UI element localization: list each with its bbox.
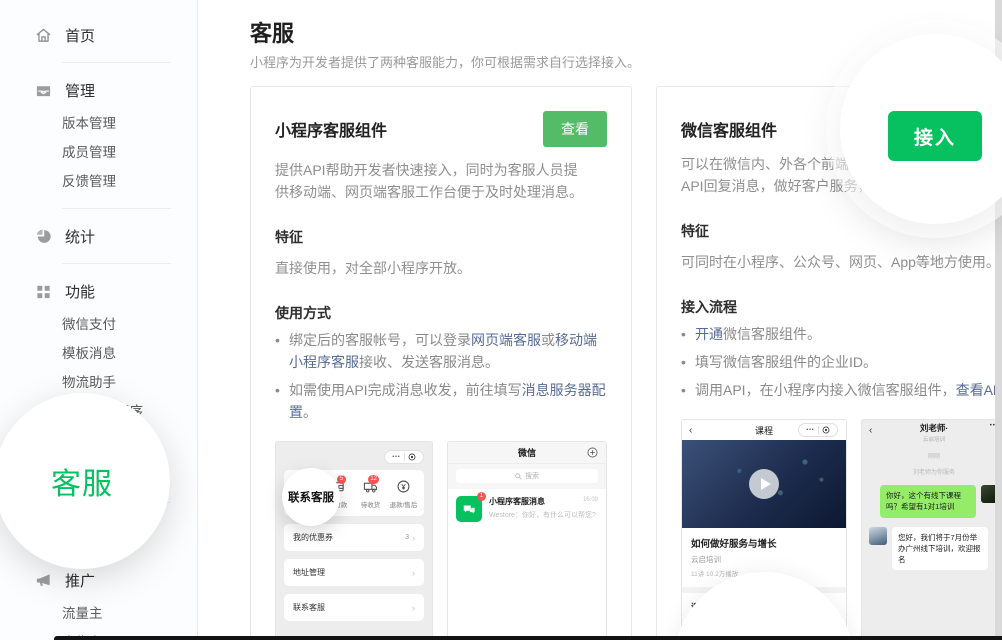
sidebar-item-promote[interactable]: 推广 — [0, 567, 197, 593]
page-title: 客服 — [250, 16, 294, 48]
view-button[interactable]: 查看 — [543, 111, 607, 147]
miniprogram-capsule[interactable]: ••• — [798, 423, 838, 437]
badge: 12 — [368, 475, 379, 484]
chat-bubbles-icon — [462, 502, 476, 516]
stats-pie-icon — [35, 228, 52, 245]
chat-notice: 刘老师为你服务 — [862, 467, 1002, 476]
miniprogram-capsule[interactable]: ••• — [384, 450, 424, 464]
web-service-link[interactable]: 网页端客服 — [471, 332, 541, 348]
to-receive-entry[interactable]: 12 待收货 — [354, 479, 387, 509]
sidebar-item-wechat-pay[interactable]: 微信支付 — [0, 308, 197, 337]
video-provider: 云启培训 — [691, 554, 837, 565]
sidebar-item-label: 推广 — [65, 570, 95, 591]
screenshot-service-chat: ‹ 刘老师· 云启培训 ••• 刚刚 刘老师为你服务 你好，这个有线下课程吗？希… — [861, 419, 1002, 640]
flow-bullet: • 开通微信客服组件。 — [681, 323, 1002, 345]
sidebar-item-version-manage[interactable]: 版本管理 — [0, 107, 197, 136]
contact-service-row[interactable]: 联系客服 › — [284, 594, 424, 621]
flow-bullet: • 填写微信客服组件的企业ID。 — [681, 351, 1002, 373]
add-icon[interactable] — [587, 447, 598, 458]
chat-contact-org: 云启培训 — [923, 435, 945, 443]
play-icon[interactable] — [749, 469, 779, 499]
refund-entry[interactable]: 退款/售后 — [387, 479, 420, 509]
back-icon[interactable]: ‹ — [689, 425, 692, 436]
promote-megaphone-icon — [35, 572, 52, 589]
page-subtitle: 小程序为开发者提供了两种客服能力，你可根据需求自行选择接入。 — [250, 52, 640, 71]
back-icon[interactable]: ‹ — [869, 425, 872, 436]
feature-heading: 特征 — [275, 227, 607, 247]
chevron-right-icon: › — [412, 568, 415, 578]
video-thumbnail[interactable] — [682, 440, 846, 528]
sidebar-item-traffic[interactable]: 流量主 — [0, 597, 197, 626]
flow-bullet: • 调用API，在小程序内接入微信客服组件，查看API文档。 — [681, 379, 1002, 401]
menu-dots-icon: ••• — [392, 454, 400, 460]
menu-dots-icon: ••• — [806, 427, 814, 433]
card-miniprogram-service: 小程序客服组件 查看 提供API帮助开发者快速接入，同时为客服人员提 供移动端、… — [250, 86, 632, 640]
chevron-right-icon: › — [412, 533, 415, 543]
features-grid-icon — [35, 283, 52, 300]
sidebar-item-feedback-manage[interactable]: 反馈管理 — [0, 165, 197, 194]
sidebar-item-template-message[interactable]: 模板消息 — [0, 337, 197, 366]
message-incoming: 您好，我们将于7月份举办广州线下培训，欢迎报名 — [862, 527, 1002, 571]
capsule-target-icon — [408, 453, 416, 461]
card-title: 小程序客服组件 — [275, 111, 387, 141]
spotlight-contact-service[interactable]: 联系客服 — [282, 468, 340, 526]
chat-timestamp: 刚刚 — [862, 451, 1002, 460]
address-row[interactable]: 地址管理 › — [284, 559, 424, 586]
chat-contact-name: 刘老师· — [920, 422, 948, 434]
course-title: 课程 — [755, 424, 773, 437]
sidebar-item-home[interactable]: 首页 — [0, 22, 197, 48]
chat-name: 小程序客服消息 — [489, 496, 598, 507]
sidebar-item-manage[interactable]: 管理 — [0, 77, 197, 103]
feature-heading: 特征 — [681, 221, 1002, 241]
chat-preview: Westore：你好，有什么可以帮您? — [489, 510, 598, 520]
search-icon — [515, 473, 522, 480]
sidebar-divider — [62, 208, 171, 209]
attach-button[interactable]: 接入 — [888, 111, 982, 161]
chat-time: 16:09 — [583, 497, 598, 503]
open-service-link[interactable]: 开通 — [695, 326, 723, 342]
sidebar-item-label: 功能 — [65, 281, 95, 302]
manage-inbox-icon — [35, 82, 52, 99]
coupons-row[interactable]: 我的优惠券 3› — [284, 524, 424, 551]
card-description: 提供API帮助开发者快速接入，同时为客服人员提 供移动端、网页端客服工作台便于及… — [275, 159, 607, 203]
capsule-target-icon — [822, 426, 830, 434]
feature-text: 可同时在小程序、公众号、网页、App等地方使用。 — [681, 251, 1002, 273]
sidebar-item-stats[interactable]: 统计 — [0, 223, 197, 249]
card-title: 微信客服组件 — [681, 111, 777, 141]
screenshot-wechat-list: 微信 搜索 1 — [447, 441, 607, 640]
avatar — [869, 527, 887, 545]
wechat-title: 微信 — [518, 446, 536, 459]
badge: 1 — [477, 492, 486, 501]
feature-text: 直接使用，对全部小程序开放。 — [275, 257, 607, 279]
sidebar-item-logistics[interactable]: 物流助手 — [0, 366, 197, 395]
chat-list-item[interactable]: 1 小程序客服消息 Westore：你好，有什么可以帮您? 16:09 — [448, 489, 606, 529]
app-window: 首页 管理 版本管理 成员管理 反馈管理 统计 — [0, 0, 1002, 640]
sidebar-item-label: 管理 — [65, 80, 95, 101]
home-icon — [35, 27, 52, 44]
service-message-avatar: 1 — [456, 496, 482, 522]
search-input[interactable]: 搜索 — [456, 469, 598, 483]
badge: 5 — [337, 475, 346, 484]
video-title: 如何做好服务与增长 — [691, 536, 837, 550]
refund-icon — [396, 479, 411, 494]
sidebar-item-label: 首页 — [65, 25, 95, 46]
sidebar-item-features[interactable]: 功能 — [0, 278, 197, 304]
sidebar-divider — [62, 62, 171, 63]
sidebar-item-member-manage[interactable]: 成员管理 — [0, 136, 197, 165]
usage-heading: 使用方式 — [275, 303, 607, 323]
sidebar-item-label: 统计 — [65, 226, 95, 247]
chevron-right-icon: › — [412, 603, 415, 613]
usage-bullet: • 如需使用API完成消息收发，前往填写消息服务器配置。 — [275, 379, 607, 423]
usage-bullet: • 绑定后的客服帐号，可以登录网页端客服或移动端小程序客服接收、发送客服消息。 — [275, 329, 607, 373]
sidebar-divider — [62, 263, 171, 264]
spotlight-sidebar-kefu[interactable]: 客服 — [0, 393, 170, 569]
window-bottom-edge — [54, 636, 1002, 640]
message-outgoing: 你好，这个有线下课程吗？希望有1对1培训 — [862, 485, 1002, 518]
flow-heading: 接入流程 — [681, 297, 1002, 317]
